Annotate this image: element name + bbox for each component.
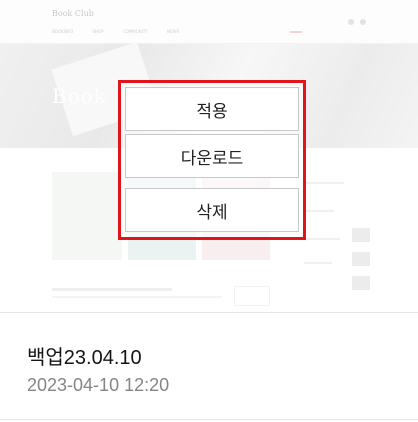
preview-side-line bbox=[304, 262, 332, 264]
backup-list-item[interactable]: 백업23.04.10 2023-04-10 12:20 bbox=[0, 313, 418, 419]
preview-header: Book Club BOOKINFO SHOP COMMUNITY NEWS bbox=[0, 0, 418, 44]
preview-side-thumb bbox=[352, 228, 370, 242]
preview-logo: Book Club bbox=[52, 9, 94, 18]
preview-nav-accent bbox=[290, 31, 302, 33]
preview-nav: BOOKINFO SHOP COMMUNITY NEWS bbox=[52, 29, 197, 34]
preview-caption bbox=[52, 288, 172, 291]
preview-search-icon bbox=[348, 19, 354, 25]
backup-action-menu: 적용 다운로드 삭제 bbox=[118, 80, 306, 240]
download-button[interactable]: 다운로드 bbox=[125, 134, 299, 178]
backup-date: 2023-04-10 12:20 bbox=[27, 375, 170, 395]
preview-caption-box bbox=[234, 286, 270, 306]
backup-name: 백업23.04.10 bbox=[27, 347, 142, 369]
preview-user-icon bbox=[360, 19, 366, 25]
preview-nav-item: COMMUNITY bbox=[122, 29, 148, 34]
preview-side-line bbox=[304, 238, 340, 240]
preview-caption-sub bbox=[52, 296, 222, 298]
preview-side-line bbox=[304, 182, 344, 184]
preview-nav-item: NEWS bbox=[167, 29, 180, 34]
preview-nav-item: BOOKINFO bbox=[52, 29, 74, 34]
divider bbox=[0, 419, 418, 420]
apply-button[interactable]: 적용 bbox=[125, 87, 299, 131]
preview-header-icons bbox=[342, 10, 366, 29]
delete-button[interactable]: 삭제 bbox=[125, 188, 299, 232]
preview-card-image bbox=[52, 172, 122, 260]
preview-nav-item: SHOP bbox=[92, 29, 104, 34]
preview-side-thumb bbox=[352, 276, 370, 290]
preview-side-thumb bbox=[352, 252, 370, 266]
preview-side-line bbox=[304, 210, 334, 212]
preview-hero-title: Book bbox=[52, 84, 107, 108]
